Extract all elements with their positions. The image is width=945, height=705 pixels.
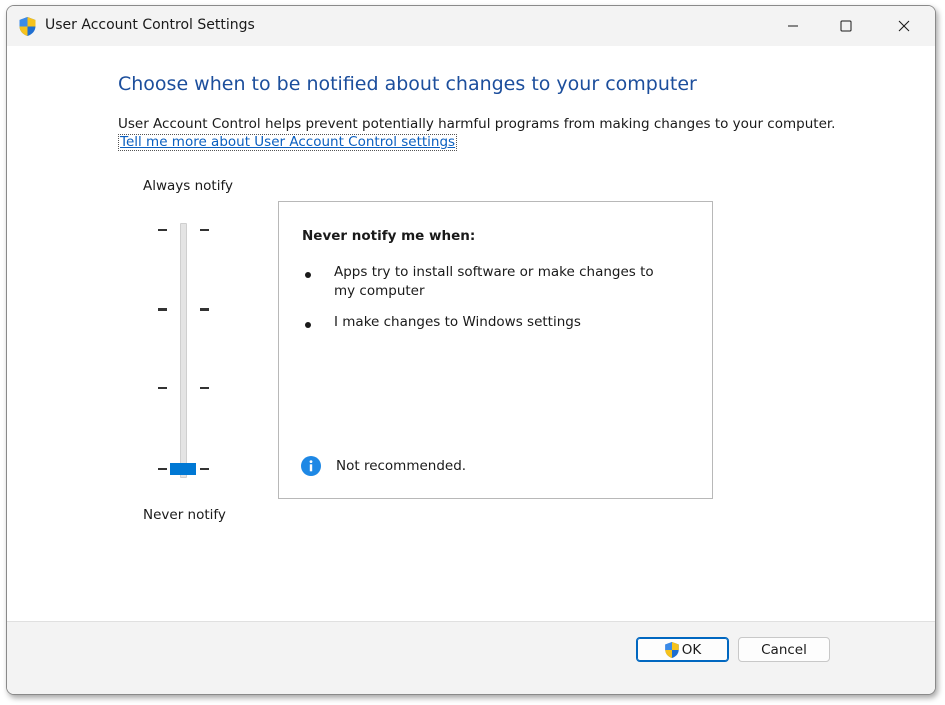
dialog-footer: OK Cancel xyxy=(7,621,935,694)
title-bar[interactable]: User Account Control Settings xyxy=(7,6,935,46)
slider-tick-level-3-right xyxy=(200,308,209,311)
close-button[interactable] xyxy=(881,6,927,46)
slider-tick-level-4-left xyxy=(158,229,167,231)
slider-tick-level-2-left xyxy=(158,387,167,389)
maximize-button[interactable] xyxy=(823,6,869,46)
slider-tick-level-3-left xyxy=(158,308,167,311)
slider-tick-level-1-left xyxy=(158,468,167,470)
minimize-button[interactable] xyxy=(770,6,816,46)
slider-tick-level-4-right xyxy=(200,229,209,231)
window-title: User Account Control Settings xyxy=(45,17,255,33)
learn-more-link[interactable]: Tell me more about User Account Control … xyxy=(118,134,458,151)
slider-bottom-label: Never notify xyxy=(143,507,226,523)
slider-tick-level-2-right xyxy=(200,387,209,389)
info-bullet-1: Apps try to install software or make cha… xyxy=(334,264,654,299)
minimize-icon xyxy=(788,25,798,27)
uac-settings-window: User Account Control Settings Choose whe… xyxy=(6,5,936,695)
page-heading: Choose when to be notified about changes… xyxy=(118,73,697,95)
cancel-button[interactable]: Cancel xyxy=(738,637,830,662)
maximize-icon xyxy=(840,20,852,32)
uac-shield-icon xyxy=(19,17,36,36)
cancel-button-label: Cancel xyxy=(761,641,807,658)
slider-thumb[interactable] xyxy=(170,463,196,475)
close-icon xyxy=(898,20,910,32)
info-icon xyxy=(301,456,321,476)
slider-tick-level-1-right xyxy=(200,468,209,470)
info-bullet-2: I make changes to Windows settings xyxy=(334,314,581,330)
slider-track[interactable] xyxy=(180,223,187,478)
description-text: User Account Control helps prevent poten… xyxy=(118,116,836,132)
bullet-icon xyxy=(305,272,311,278)
ok-button[interactable]: OK xyxy=(636,637,729,662)
setting-description-box: Never notify me when: Apps try to instal… xyxy=(278,201,713,499)
info-title: Never notify me when: xyxy=(302,228,476,244)
recommendation-note: Not recommended. xyxy=(336,458,467,474)
slider-top-label: Always notify xyxy=(143,178,233,194)
bullet-icon xyxy=(305,322,311,328)
uac-shield-icon xyxy=(665,641,679,658)
ok-button-label: OK xyxy=(681,641,702,658)
